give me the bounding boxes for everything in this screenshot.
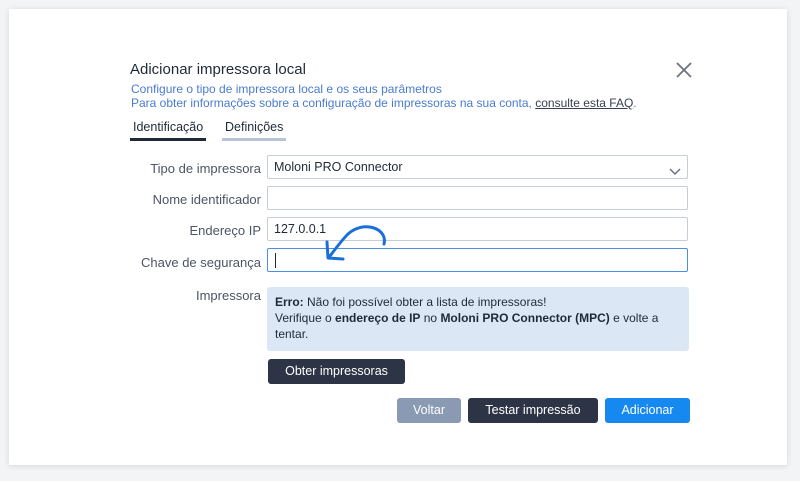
error-line-2: Verifique o endereço de IP no Moloni PRO… bbox=[275, 310, 681, 326]
name-input[interactable] bbox=[267, 186, 688, 210]
text-cursor bbox=[275, 253, 276, 268]
printer-type-select[interactable]: Moloni PRO Connector bbox=[267, 155, 688, 179]
dialog-title: Adicionar impressora local bbox=[130, 61, 306, 78]
subtitle-line-2-text: Para obter informações sobre a configura… bbox=[131, 96, 536, 110]
curved-arrow-icon bbox=[318, 220, 393, 270]
error-text-2c: e volte a bbox=[609, 311, 659, 325]
subtitle-line-2: Para obter informações sobre a configura… bbox=[131, 96, 637, 110]
tab-definitions[interactable]: Definições bbox=[222, 120, 287, 141]
ip-label: Endereço IP bbox=[189, 223, 261, 238]
subtitle-line-1: Configure o tipo de impressora local e o… bbox=[131, 82, 442, 96]
printer-type-label: Tipo de impressora bbox=[150, 161, 261, 176]
error-mpc-bold: Moloni PRO Connector (MPC) bbox=[440, 311, 610, 325]
error-line-1: Erro: Não foi possível obter a lista de … bbox=[275, 294, 681, 310]
printer-label: Impressora bbox=[195, 288, 261, 303]
subtitle-line-2-suffix: . bbox=[633, 96, 637, 110]
name-label: Nome identificador bbox=[152, 192, 261, 207]
get-printers-button[interactable]: Obter impressoras bbox=[268, 359, 405, 384]
error-text-2a: Verifique o bbox=[275, 311, 336, 325]
dialog-subtitle: Configure o tipo de impressora local e o… bbox=[131, 82, 637, 110]
error-prefix: Erro: bbox=[275, 295, 304, 309]
test-print-button[interactable]: Testar impressão bbox=[468, 398, 598, 423]
printer-type-value: Moloni PRO Connector bbox=[274, 160, 403, 174]
error-text-1: Não foi possível obter a lista de impres… bbox=[303, 295, 547, 309]
error-ip-bold: endereço de IP bbox=[335, 311, 421, 325]
error-line-3: tentar. bbox=[275, 327, 309, 341]
chevron-down-icon bbox=[669, 162, 681, 176]
close-icon[interactable] bbox=[674, 60, 694, 80]
faq-link[interactable]: consulte esta FAQ bbox=[535, 96, 633, 110]
add-button[interactable]: Adicionar bbox=[605, 398, 690, 423]
security-key-label: Chave de segurança bbox=[141, 255, 261, 270]
back-button[interactable]: Voltar bbox=[397, 398, 461, 423]
error-message: Erro: Não foi possível obter a lista de … bbox=[267, 287, 689, 351]
tab-identification[interactable]: Identificação bbox=[130, 120, 207, 141]
error-text-2b: no bbox=[420, 311, 441, 325]
